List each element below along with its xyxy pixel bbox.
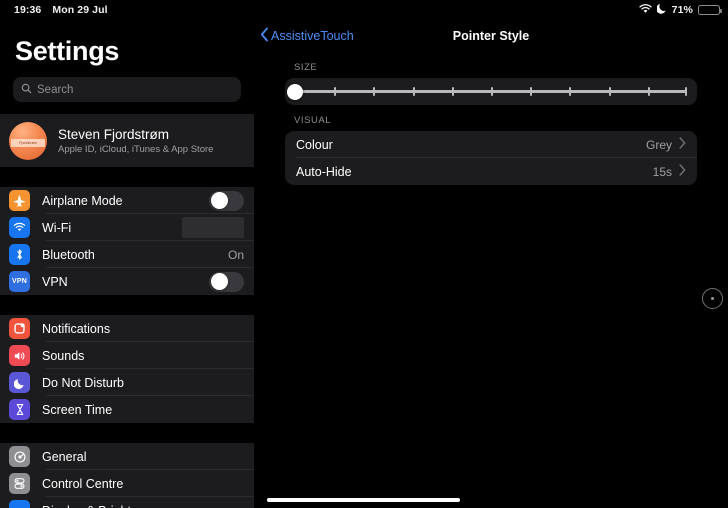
search-icon bbox=[21, 81, 32, 99]
visual-section-card: Colour Grey Auto-Hide 15s bbox=[285, 131, 697, 185]
row-colour[interactable]: Colour Grey bbox=[285, 131, 697, 158]
sidebar-item-label: Bluetooth bbox=[42, 247, 95, 262]
notifications-icon bbox=[9, 318, 30, 339]
sidebar-item-bluetooth[interactable]: Bluetooth On bbox=[0, 241, 254, 268]
slider-tick bbox=[451, 87, 454, 96]
account-name: Steven Fjordstrøm bbox=[58, 126, 170, 142]
vpn-toggle[interactable] bbox=[209, 271, 244, 292]
sidebar-item-label: Airplane Mode bbox=[42, 193, 123, 208]
row-value-group: 15s bbox=[653, 164, 686, 179]
size-slider-card bbox=[285, 78, 697, 105]
status-date: Mon 29 Jul bbox=[52, 4, 108, 16]
sidebar-item-label: Do Not Disturb bbox=[42, 375, 124, 390]
row-auto-hide[interactable]: Auto-Hide 15s bbox=[285, 158, 697, 185]
slider-tick bbox=[373, 87, 376, 96]
sidebar-item-sounds[interactable]: Sounds bbox=[0, 342, 254, 369]
slider-tick bbox=[608, 87, 611, 96]
sounds-icon bbox=[9, 345, 30, 366]
sidebar-item-label: Wi-Fi bbox=[42, 220, 72, 235]
bluetooth-icon bbox=[9, 244, 30, 265]
sidebar-item-display-brightness[interactable]: AA Display & Brightness bbox=[0, 497, 254, 508]
size-slider-knob[interactable] bbox=[287, 83, 303, 100]
wifi-icon bbox=[639, 3, 652, 17]
row-value: 15s bbox=[652, 164, 672, 179]
slider-tick bbox=[334, 87, 337, 96]
status-bar: 19:36 Mon 29 Jul 71% bbox=[0, 0, 728, 20]
visual-section-header: VISUAL bbox=[294, 115, 332, 126]
account-subtitle: Apple ID, iCloud, iTunes & App Store bbox=[58, 143, 214, 155]
moon-icon bbox=[9, 372, 30, 393]
status-indicators: 71% bbox=[639, 3, 722, 17]
sidebar-item-label: Display & Brightness bbox=[42, 504, 157, 508]
search-placeholder: Search bbox=[37, 83, 74, 96]
moon-icon bbox=[655, 3, 667, 17]
chevron-right-icon bbox=[679, 164, 686, 179]
row-value-group: Grey bbox=[646, 137, 686, 152]
detail-pane: AssistiveTouch Pointer Style SIZE VISUAL… bbox=[254, 20, 728, 508]
slider-tick bbox=[569, 87, 572, 96]
slider-tick bbox=[491, 87, 493, 96]
row-value: Grey bbox=[645, 137, 672, 152]
airplane-icon bbox=[9, 190, 30, 211]
sidebar-item-wifi[interactable]: Wi-Fi bbox=[0, 214, 254, 241]
slider-tick bbox=[685, 87, 687, 96]
sliders-icon bbox=[9, 473, 30, 494]
sidebar-item-label: Notifications bbox=[42, 321, 111, 336]
avatar: Fjordstrøm bbox=[9, 121, 47, 160]
text-size-icon: AA bbox=[9, 500, 30, 508]
search-input[interactable]: Search bbox=[13, 77, 241, 102]
sidebar-group-connectivity: Airplane Mode Wi-Fi Bluetooth On VPN VPN bbox=[0, 187, 254, 295]
sidebar-item-label: Sounds bbox=[42, 348, 85, 363]
sidebar-item-general[interactable]: General bbox=[0, 443, 254, 470]
chevron-right-icon bbox=[679, 137, 686, 152]
gear-icon bbox=[9, 446, 30, 467]
sidebar-item-label: Screen Time bbox=[42, 402, 113, 417]
avatar-caption: Fjordstrøm bbox=[11, 138, 45, 147]
sidebar-item-vpn[interactable]: VPN VPN bbox=[0, 268, 254, 295]
status-time: 19:36 bbox=[14, 4, 42, 16]
home-indicator[interactable] bbox=[267, 498, 460, 502]
slider-tick bbox=[530, 87, 533, 96]
sidebar-item-apple-account[interactable]: Fjordstrøm Steven Fjordstrøm Apple ID, i… bbox=[0, 114, 254, 167]
row-label: Auto-Hide bbox=[296, 164, 352, 179]
vpn-icon: VPN bbox=[9, 271, 30, 292]
navigation-bar: AssistiveTouch Pointer Style bbox=[254, 20, 728, 52]
wifi-value-redacted bbox=[182, 217, 244, 238]
account-group: Fjordstrøm Steven Fjordstrøm Apple ID, i… bbox=[0, 114, 254, 167]
account-text: Steven Fjordstrøm Apple ID, iCloud, iTun… bbox=[58, 127, 213, 155]
airplane-mode-toggle[interactable] bbox=[209, 190, 244, 211]
sidebar-item-label: Control Centre bbox=[42, 476, 124, 491]
sidebar-item-label: General bbox=[42, 449, 87, 464]
slider-tick bbox=[647, 87, 650, 96]
size-slider[interactable] bbox=[287, 83, 687, 100]
sidebar-item-label: VPN bbox=[42, 274, 68, 289]
sidebar-item-control-centre[interactable]: Control Centre bbox=[0, 470, 254, 497]
sidebar-group-system: General Control Centre AA Display & bbox=[0, 443, 254, 508]
hourglass-icon bbox=[9, 399, 30, 420]
sidebar-item-airplane-mode[interactable]: Airplane Mode bbox=[0, 187, 254, 214]
assistive-touch-pointer-icon[interactable] bbox=[702, 288, 723, 309]
sidebar-group-alerts: Notifications Sounds Do Not Disturb Scre… bbox=[0, 315, 254, 423]
settings-sidebar: Settings Search Fjordstrøm Steven Fjords… bbox=[0, 20, 254, 508]
wifi-icon bbox=[9, 217, 30, 238]
bluetooth-value: On bbox=[227, 247, 244, 262]
slider-tick bbox=[412, 87, 415, 96]
ipad-settings-screen: 19:36 Mon 29 Jul 71% Settings Search Fjo… bbox=[0, 0, 728, 508]
sidebar-item-screen-time[interactable]: Screen Time bbox=[0, 396, 254, 423]
size-section-header: SIZE bbox=[294, 62, 318, 73]
battery-percent: 71% bbox=[671, 4, 693, 16]
battery-icon bbox=[698, 4, 722, 16]
row-label: Colour bbox=[296, 137, 333, 152]
sidebar-item-do-not-disturb[interactable]: Do Not Disturb bbox=[0, 369, 254, 396]
sidebar-item-notifications[interactable]: Notifications bbox=[0, 315, 254, 342]
page-title: Settings bbox=[15, 36, 120, 66]
detail-title: Pointer Style bbox=[452, 29, 530, 43]
